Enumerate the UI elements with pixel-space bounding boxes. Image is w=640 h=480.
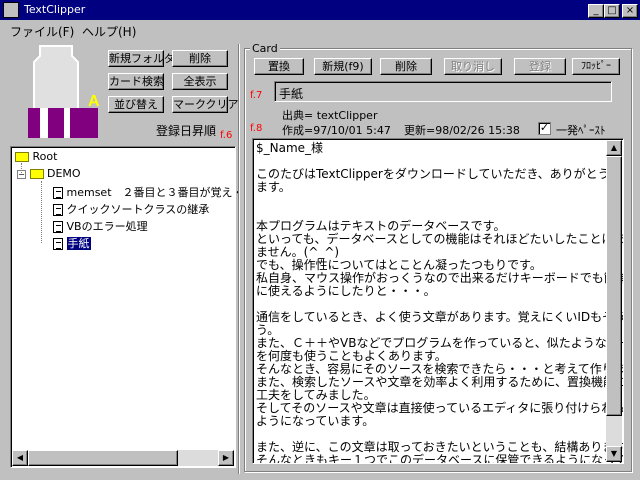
paste-checkbox-label: 一発ﾍﾟｰｽﾄ [556,124,606,137]
new-card-button[interactable]: 新規(f9) [314,58,372,75]
card-title-field[interactable]: 手紙 [274,81,612,102]
register-button[interactable]: 登録 [514,58,566,75]
pane-splitter[interactable] [238,44,240,474]
card-body-text[interactable]: $_Name_様このたびはTextClipperをダウンロードしていただき、あり… [252,138,624,464]
tree-item[interactable]: memset ２番目と３番目が覚え・ [53,184,244,200]
body-line: ます。 [256,180,291,194]
document-icon [53,238,63,250]
f7-label: f.7 [250,90,263,101]
scroll-thumb[interactable] [606,156,622,416]
delete-card-button[interactable]: 削除 [380,58,432,75]
maximize-button[interactable]: □ [604,4,620,18]
scroll-thumb[interactable] [28,450,178,466]
body-line: 通信をしているとき、よく使う文章があります。覚えにくいIDもそうでしょ [256,310,624,324]
minimize-button[interactable]: _ [588,4,604,18]
tree-folder-demo[interactable]: − DEMO [17,167,81,180]
scroll-up-button[interactable]: ▲ [606,140,622,156]
floppy-button[interactable]: ﾌﾛｯﾋﾟｰ [572,58,620,75]
body-line: このたびはTextClipperをダウンロードしていただき、ありがとうござい [256,167,624,181]
scroll-left-button[interactable]: ◀ [12,450,28,466]
text-vertical-scrollbar[interactable]: ▲ ▼ [606,140,622,462]
tree-item-label: 手紙 [66,237,91,250]
undo-button[interactable]: 取り消し [444,58,502,75]
card-search-button[interactable]: カード検索 [108,73,164,90]
body-line: に使えるようにしたりと・・・。 [256,284,436,298]
created-date: 作成=97/10/01 5:47 [282,124,391,137]
card-title-value: 手紙 [279,87,304,101]
tree-item-label: VBのエラー処理 [66,220,148,233]
svg-text:A: A [88,93,100,110]
sort-button[interactable]: 並び替え [108,96,164,113]
new-folder-button[interactable]: 新規フォルダ [108,50,175,67]
title-bar: TextClipper _ □ × [0,0,640,20]
folder-icon [15,152,29,162]
tree-line [21,163,22,173]
folder-tree[interactable]: Root − DEMO memset ２番目と３番目が覚え・ クイックソートクラ… [10,146,244,468]
card-body-lines: $_Name_様このたびはTextClipperをダウンロードしていただき、あり… [256,141,624,464]
card-group-label: Card [250,42,280,55]
tree-line [41,181,42,243]
replace-button[interactable]: 置換 [254,58,304,75]
sort-order-label: 登録日昇順 [156,124,217,138]
window-title: TextClipper [24,3,86,16]
tree-item-selected[interactable]: 手紙 [53,235,91,251]
delete-folder-button[interactable]: 削除 [172,50,228,67]
f6-label: f.6 [220,130,233,141]
body-line: ようになっています。 [256,414,375,428]
tree-folder-label: DEMO [47,167,81,180]
tree-item[interactable]: クイックソートクラスの継承 [53,201,209,217]
app-logo: A [20,44,102,140]
menu-file[interactable]: ファイル(F) [10,23,74,40]
document-icon [53,187,63,199]
tree-item[interactable]: VBのエラー処理 [53,218,148,234]
tree-item-label: memset ２番目と３番目が覚え・ [66,186,244,199]
body-line: $_Name_様 [256,141,324,155]
app-icon[interactable] [3,2,19,18]
show-all-button[interactable]: 全表示 [172,73,228,90]
f8-label: f.8 [250,123,263,134]
close-button[interactable]: × [622,4,638,18]
tree-root[interactable]: Root [15,150,57,163]
folder-open-icon [29,169,44,179]
menu-help[interactable]: ヘルプ(H) [82,23,136,40]
paste-checkbox[interactable]: ✓ [538,122,551,135]
scroll-right-button[interactable]: ▶ [218,450,234,466]
body-line: そんなときもキー１つでこのデータベースに保管できるようになってい [256,453,624,464]
document-icon [53,204,63,216]
tree-horizontal-scrollbar[interactable]: ◀ ▶ [12,450,234,466]
menu-bar: ファイル(F) ヘルプ(H) [0,20,640,40]
source-label: 出典= textClipper [282,109,378,122]
updated-date: 更新=98/02/26 15:38 [404,124,520,137]
tree-root-label: Root [32,150,58,163]
document-icon [53,221,63,233]
body-line [256,194,604,207]
scroll-down-button[interactable]: ▼ [606,446,622,462]
mark-clear-button[interactable]: マーククリア [172,96,239,113]
tree-item-label: クイックソートクラスの継承 [66,203,210,216]
